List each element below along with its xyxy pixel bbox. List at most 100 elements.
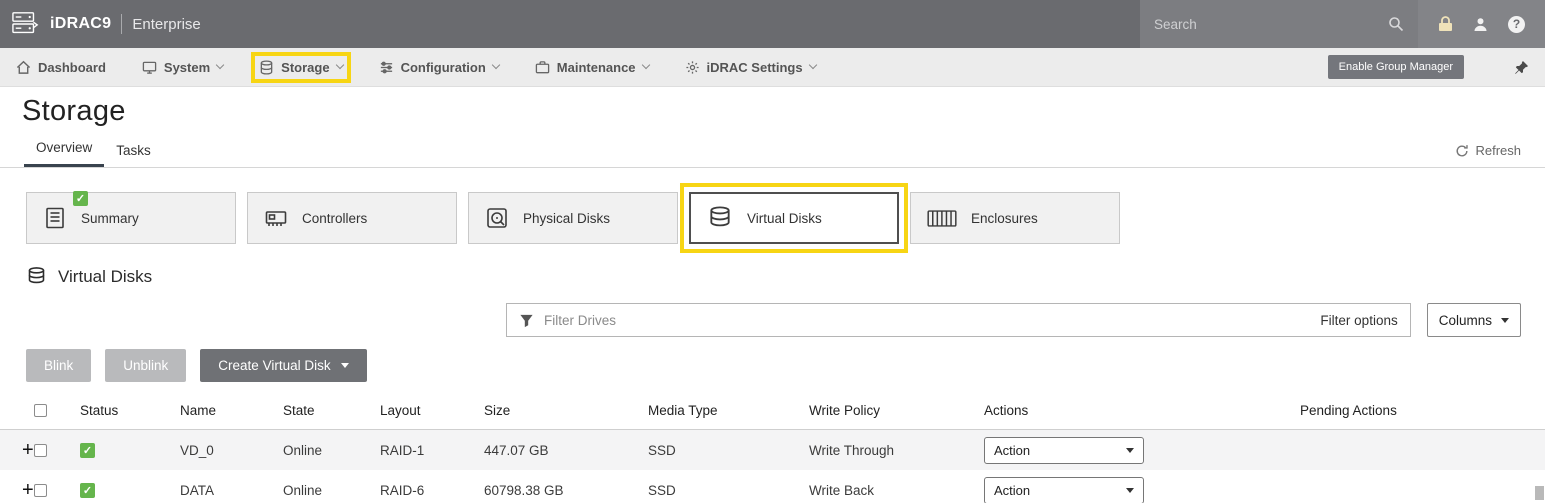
columns-button[interactable]: Columns bbox=[1427, 303, 1521, 337]
toolbox-icon bbox=[535, 60, 550, 75]
cell-layout: RAID-1 bbox=[380, 443, 484, 458]
chevron-down-icon bbox=[492, 61, 500, 69]
chevron-down-icon bbox=[641, 61, 649, 69]
row-checkbox[interactable] bbox=[34, 444, 47, 457]
caret-down-icon bbox=[341, 363, 349, 368]
user-icon[interactable] bbox=[1473, 17, 1488, 32]
caret-down-icon bbox=[1126, 488, 1134, 493]
expand-row-button[interactable]: + bbox=[0, 479, 34, 502]
col-pending-actions: Pending Actions bbox=[1300, 403, 1545, 418]
filter-options-link[interactable]: Filter options bbox=[1320, 313, 1397, 328]
tab-overview[interactable]: Overview bbox=[24, 132, 104, 167]
blink-button[interactable]: Blink bbox=[26, 349, 91, 382]
tab-bar: Overview Tasks Refresh bbox=[0, 132, 1545, 168]
cell-size: 60798.38 GB bbox=[484, 483, 648, 498]
system-icon bbox=[142, 60, 157, 75]
search-input[interactable] bbox=[1154, 17, 1388, 32]
enable-group-manager-button[interactable]: Enable Group Manager bbox=[1328, 55, 1464, 79]
filter-row: Filter options Columns bbox=[0, 287, 1545, 337]
col-actions: Actions bbox=[984, 403, 1300, 418]
virtual-disks-icon bbox=[26, 266, 47, 287]
row-checkbox[interactable] bbox=[34, 484, 47, 497]
cell-name: DATA bbox=[180, 483, 283, 498]
cell-size: 447.07 GB bbox=[484, 443, 648, 458]
filter-drives-input[interactable] bbox=[544, 313, 1310, 328]
card-label: Physical Disks bbox=[523, 211, 610, 226]
tab-tasks[interactable]: Tasks bbox=[104, 135, 163, 167]
caret-down-icon bbox=[1501, 318, 1509, 323]
nav-item-system[interactable]: System bbox=[142, 60, 223, 75]
caret-down-icon bbox=[1126, 448, 1134, 453]
nav-label: iDRAC Settings bbox=[707, 60, 803, 75]
search-icon[interactable] bbox=[1388, 16, 1404, 32]
brand-divider bbox=[121, 14, 122, 34]
nav-label: System bbox=[164, 60, 210, 75]
summary-icon bbox=[43, 206, 67, 230]
idrac-logo-icon bbox=[12, 11, 40, 37]
storage-icon bbox=[259, 60, 274, 75]
brand-area: iDRAC9 Enterprise bbox=[0, 0, 1140, 48]
chevron-down-icon bbox=[335, 61, 343, 69]
card-virtual-disks[interactable]: Virtual Disks bbox=[689, 192, 899, 244]
cell-state: Online bbox=[283, 483, 380, 498]
status-ok-icon: ✓ bbox=[80, 483, 95, 498]
refresh-button[interactable]: Refresh bbox=[1455, 143, 1521, 167]
table-header-row: Status Name State Layout Size Media Type… bbox=[0, 392, 1545, 430]
nav-item-idrac-settings[interactable]: iDRAC Settings bbox=[685, 60, 816, 75]
card-label: Controllers bbox=[302, 211, 367, 226]
chevron-down-icon bbox=[808, 61, 816, 69]
refresh-label: Refresh bbox=[1475, 143, 1521, 158]
page-title: Storage bbox=[22, 95, 1545, 128]
create-virtual-disk-button[interactable]: Create Virtual Disk bbox=[200, 349, 366, 382]
columns-label: Columns bbox=[1439, 313, 1492, 328]
lock-icon[interactable] bbox=[1438, 16, 1453, 32]
card-label: Summary bbox=[81, 211, 139, 226]
pin-icon[interactable] bbox=[1514, 60, 1529, 75]
select-all-checkbox[interactable] bbox=[34, 404, 47, 417]
nav-item-maintenance[interactable]: Maintenance bbox=[535, 60, 649, 75]
cell-media-type: SSD bbox=[648, 483, 809, 498]
nav-label: Storage bbox=[281, 60, 329, 75]
edition-label: Enterprise bbox=[132, 16, 200, 33]
col-layout: Layout bbox=[380, 403, 484, 418]
card-label: Virtual Disks bbox=[747, 211, 822, 226]
cell-write-policy: Write Through bbox=[809, 443, 984, 458]
vd-toolbar: Blink Unblink Create Virtual Disk bbox=[0, 337, 1545, 382]
cell-layout: RAID-6 bbox=[380, 483, 484, 498]
virtual-disks-icon bbox=[707, 205, 733, 231]
table-row: + ✓ DATA Online RAID-6 60798.38 GB SSD W… bbox=[0, 470, 1545, 503]
filter-drives-box: Filter options bbox=[506, 303, 1411, 337]
green-check-badge-icon: ✓ bbox=[73, 191, 88, 206]
help-icon[interactable]: ? bbox=[1508, 16, 1525, 33]
action-dropdown-value: Action bbox=[994, 483, 1030, 498]
card-physical-disks[interactable]: Physical Disks bbox=[468, 192, 678, 244]
card-enclosures[interactable]: Enclosures bbox=[910, 192, 1120, 244]
vertical-scrollbar-thumb[interactable] bbox=[1535, 486, 1544, 500]
header-utility-icons: ? bbox=[1418, 0, 1545, 48]
cell-media-type: SSD bbox=[648, 443, 809, 458]
col-name: Name bbox=[180, 403, 283, 418]
nav-item-storage[interactable]: Storage bbox=[259, 60, 342, 75]
expand-row-button[interactable]: + bbox=[0, 439, 34, 462]
action-dropdown[interactable]: Action bbox=[984, 437, 1144, 464]
unblink-button[interactable]: Unblink bbox=[105, 349, 186, 382]
table-row: + ✓ VD_0 Online RAID-1 447.07 GB SSD Wri… bbox=[0, 430, 1545, 470]
section-title: Virtual Disks bbox=[58, 267, 152, 287]
controllers-icon bbox=[264, 206, 288, 230]
col-size: Size bbox=[484, 403, 648, 418]
card-controllers[interactable]: Controllers bbox=[247, 192, 457, 244]
col-write-policy: Write Policy bbox=[809, 403, 984, 418]
virtual-disks-table: Status Name State Layout Size Media Type… bbox=[0, 392, 1545, 503]
filter-funnel-icon bbox=[519, 313, 534, 328]
nav-item-configuration[interactable]: Configuration bbox=[379, 60, 499, 75]
action-dropdown[interactable]: Action bbox=[984, 477, 1144, 503]
main-nav: Dashboard System Storage Configura bbox=[0, 48, 1545, 87]
nav-item-dashboard[interactable]: Dashboard bbox=[16, 60, 106, 75]
storage-category-cards: ✓ Summary Controllers Physical Disks bbox=[0, 168, 1545, 244]
card-summary[interactable]: ✓ Summary bbox=[26, 192, 236, 244]
refresh-icon bbox=[1455, 144, 1469, 158]
brand-name: iDRAC9 bbox=[50, 15, 111, 33]
create-virtual-disk-label: Create Virtual Disk bbox=[218, 358, 330, 373]
app-header: iDRAC9 Enterprise ? bbox=[0, 0, 1545, 48]
nav-label: Configuration bbox=[401, 60, 486, 75]
